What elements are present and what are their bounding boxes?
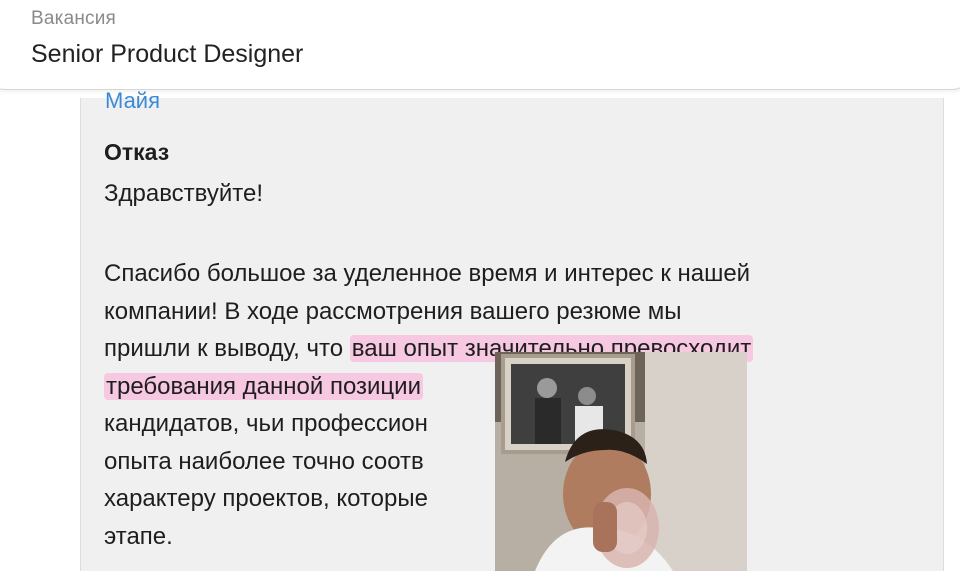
hand: [593, 502, 617, 552]
vacancy-label: Вакансия: [31, 8, 117, 29]
vacancy-header-card[interactable]: Вакансия Senior Product Designer: [0, 0, 960, 90]
body-text-segment: кандидатов, чьи профессион: [104, 410, 428, 437]
message-subject: Отказ: [104, 139, 170, 165]
message-sender[interactable]: Майя: [105, 88, 160, 114]
video-overlay[interactable]: [495, 352, 747, 571]
video-frame: [495, 352, 747, 571]
body-text-segment: пришли к выводу, что: [104, 335, 350, 362]
body-text-segment: опыта наиболее точно соотв: [104, 447, 424, 475]
message-greeting: Здравствуйте!: [104, 180, 264, 207]
vacancy-title: Senior Product Designer: [31, 40, 304, 68]
body-text-segment: характеру проектов, которые: [104, 485, 428, 512]
highlighted-text: требования данной позиции: [104, 372, 423, 400]
message-body-line: компании! В ходе рассмотрения вашего рез…: [104, 293, 934, 331]
body-text-segment: Спасибо большое за уделенное время и инт…: [104, 260, 751, 287]
body-text-segment: этапе.: [104, 522, 173, 550]
body-text-segment: компании! В ходе рассмотрения вашего рез…: [104, 297, 682, 325]
message-body-line: Спасибо большое за уделенное время и инт…: [104, 255, 934, 293]
